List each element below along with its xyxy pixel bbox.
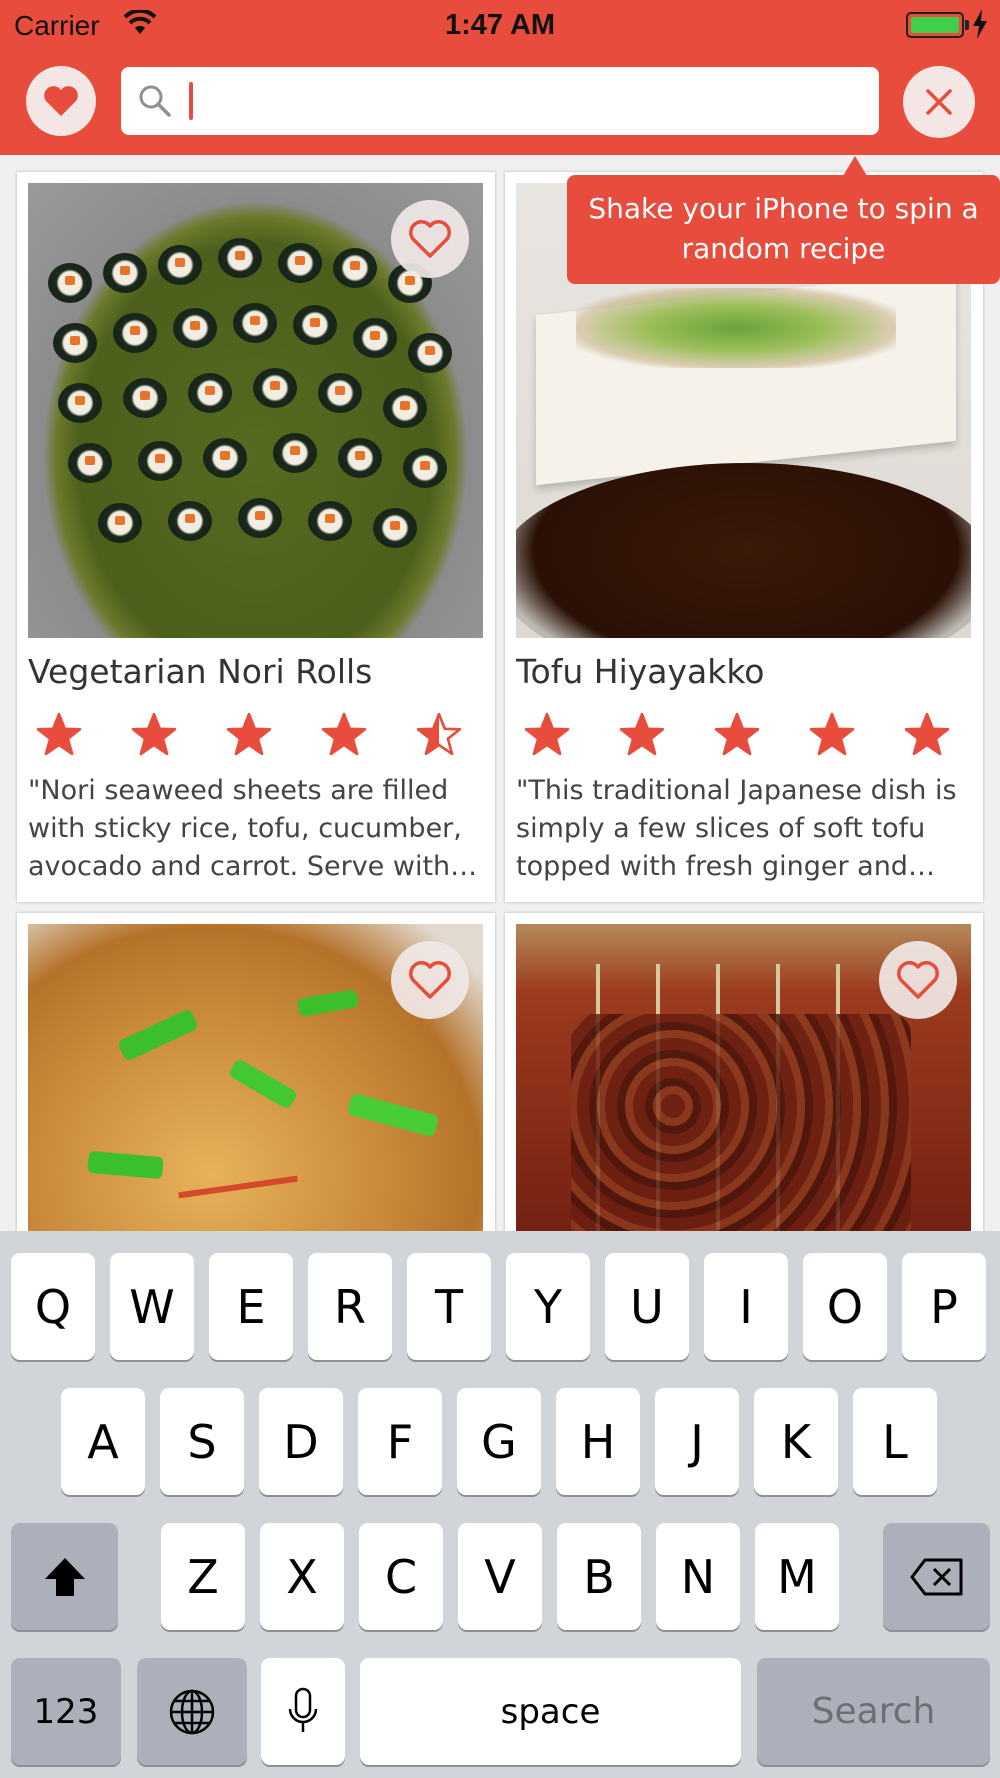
key-y[interactable]: Y	[506, 1253, 590, 1360]
star-icon	[619, 712, 665, 756]
heart-outline-icon	[897, 961, 939, 999]
app-header: Carrier 1:47 AM	[0, 0, 1000, 155]
key-p[interactable]: P	[902, 1253, 986, 1360]
key-s[interactable]: S	[160, 1388, 244, 1495]
key-a[interactable]: A	[61, 1388, 145, 1495]
shift-icon	[44, 1557, 85, 1596]
key-t[interactable]: T	[407, 1253, 491, 1360]
heart-outline-icon	[409, 961, 451, 999]
rating-stars	[516, 712, 971, 766]
key-d[interactable]: D	[259, 1388, 343, 1495]
search-input[interactable]	[181, 75, 861, 127]
keyboard: 123 space Search QWERTYUIOP ASDFGHJKL ZXCV…	[0, 1231, 1000, 1778]
recipe-description: "This traditional Japanese dish is simpl…	[516, 775, 957, 882]
key-b[interactable]: B	[557, 1523, 641, 1630]
charging-icon	[972, 9, 988, 44]
heart-icon	[44, 86, 78, 116]
star-icon	[714, 712, 760, 756]
globe-key[interactable]	[137, 1658, 247, 1765]
tooltip-arrow	[843, 156, 867, 176]
key-m[interactable]: M	[755, 1523, 839, 1630]
search-icon	[138, 84, 172, 123]
battery-tip	[965, 20, 969, 30]
favorites-button[interactable]	[26, 66, 96, 136]
key-o[interactable]: O	[803, 1253, 887, 1360]
recipe-card[interactable]	[17, 913, 495, 1243]
search-key[interactable]: Search	[757, 1658, 990, 1765]
star-icon	[416, 712, 462, 756]
key-e[interactable]: E	[209, 1253, 293, 1360]
star-icon	[321, 712, 367, 756]
key-k[interactable]: K	[754, 1388, 838, 1495]
key-x[interactable]: X	[260, 1523, 344, 1630]
search-bar[interactable]	[121, 67, 879, 135]
backspace-key[interactable]	[883, 1523, 990, 1630]
key-q[interactable]: Q	[11, 1253, 95, 1360]
backspace-icon	[910, 1558, 962, 1595]
key-g[interactable]: G	[457, 1388, 541, 1495]
key-c[interactable]: C	[359, 1523, 443, 1630]
favorite-button[interactable]	[391, 941, 469, 1019]
heart-outline-icon	[409, 220, 451, 258]
numbers-key[interactable]: 123	[11, 1658, 121, 1765]
microphone-key[interactable]	[261, 1658, 345, 1765]
key-z[interactable]: Z	[161, 1523, 245, 1630]
key-i[interactable]: I	[704, 1253, 788, 1360]
shake-tooltip: Shake your iPhone to spin a random recip…	[567, 175, 1000, 284]
favorite-button[interactable]	[879, 941, 957, 1019]
star-icon	[809, 712, 855, 756]
star-icon	[904, 712, 950, 756]
star-icon	[36, 712, 82, 756]
shift-key[interactable]	[11, 1523, 118, 1630]
key-j[interactable]: J	[655, 1388, 739, 1495]
key-v[interactable]: V	[458, 1523, 542, 1630]
star-icon	[131, 712, 177, 756]
key-n[interactable]: N	[656, 1523, 740, 1630]
key-h[interactable]: H	[556, 1388, 640, 1495]
close-icon	[926, 89, 952, 115]
recipe-title: Vegetarian Nori Rolls	[28, 652, 373, 691]
status-time: 1:47 AM	[444, 9, 556, 41]
battery-icon	[906, 12, 964, 38]
star-icon	[524, 712, 570, 756]
rating-stars	[28, 712, 483, 766]
recipe-description: "Nori seaweed sheets are filled with sti…	[28, 775, 462, 882]
key-f[interactable]: F	[358, 1388, 442, 1495]
recipe-title: Tofu Hiyayakko	[516, 652, 765, 691]
globe-icon	[169, 1689, 215, 1734]
key-l[interactable]: L	[853, 1388, 937, 1495]
recipe-card[interactable]: Vegetarian Nori Rolls "Nori seaweed shee…	[17, 172, 495, 902]
text-cursor	[189, 82, 193, 120]
key-u[interactable]: U	[605, 1253, 689, 1360]
key-r[interactable]: R	[308, 1253, 392, 1360]
clear-search-button[interactable]	[903, 66, 975, 138]
space-key[interactable]: space	[360, 1658, 741, 1765]
status-bar: Carrier 1:47 AM	[0, 0, 1000, 50]
star-icon	[226, 712, 272, 756]
favorite-button[interactable]	[391, 200, 469, 278]
key-w[interactable]: W	[110, 1253, 194, 1360]
recipe-card[interactable]	[505, 913, 983, 1243]
microphone-icon	[288, 1687, 318, 1732]
